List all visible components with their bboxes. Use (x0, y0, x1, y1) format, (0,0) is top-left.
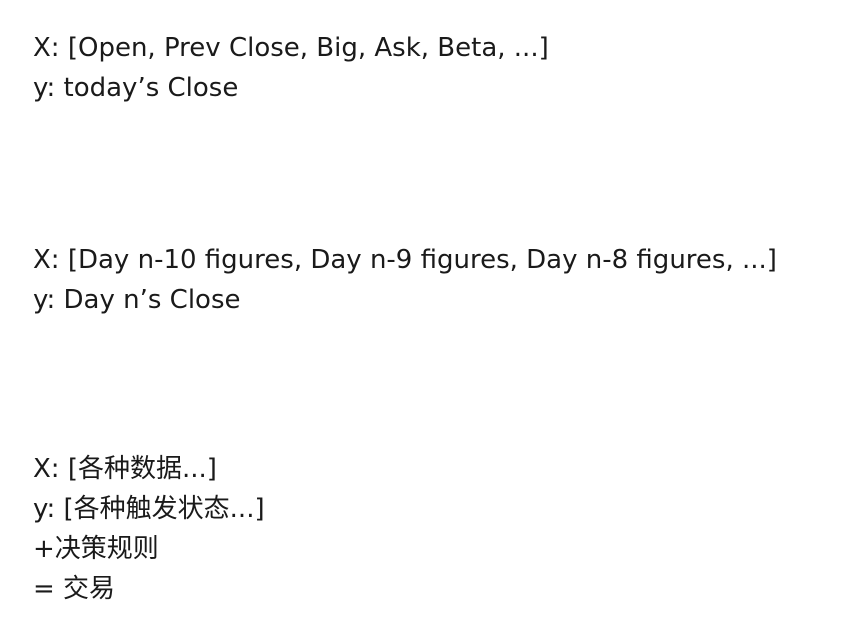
trade-result-line: = 交易 (33, 574, 116, 604)
features-line: X: [各种数据...] (33, 454, 217, 484)
decision-rule-line: +决策规则 (33, 534, 159, 564)
target-line: y: Day n’s Close (33, 285, 241, 315)
target-line: y: [各种触发状态...] (33, 494, 265, 524)
features-line: X: [Open, Prev Close, Big, Ask, Beta, ..… (33, 33, 549, 63)
slide-canvas: X: [Open, Prev Close, Big, Ask, Beta, ..… (0, 0, 860, 636)
features-line: X: [Day n-10 figures, Day n-9 figures, D… (33, 245, 777, 275)
features-history-block: X: [Day n-10 figures, Day n-9 figures, D… (33, 240, 777, 320)
features-today-block: X: [Open, Prev Close, Big, Ask, Beta, ..… (33, 28, 549, 108)
trading-rule-block: X: [各种数据...] y: [各种触发状态...] +决策规则 = 交易 (33, 449, 265, 609)
target-line: y: today’s Close (33, 73, 239, 103)
